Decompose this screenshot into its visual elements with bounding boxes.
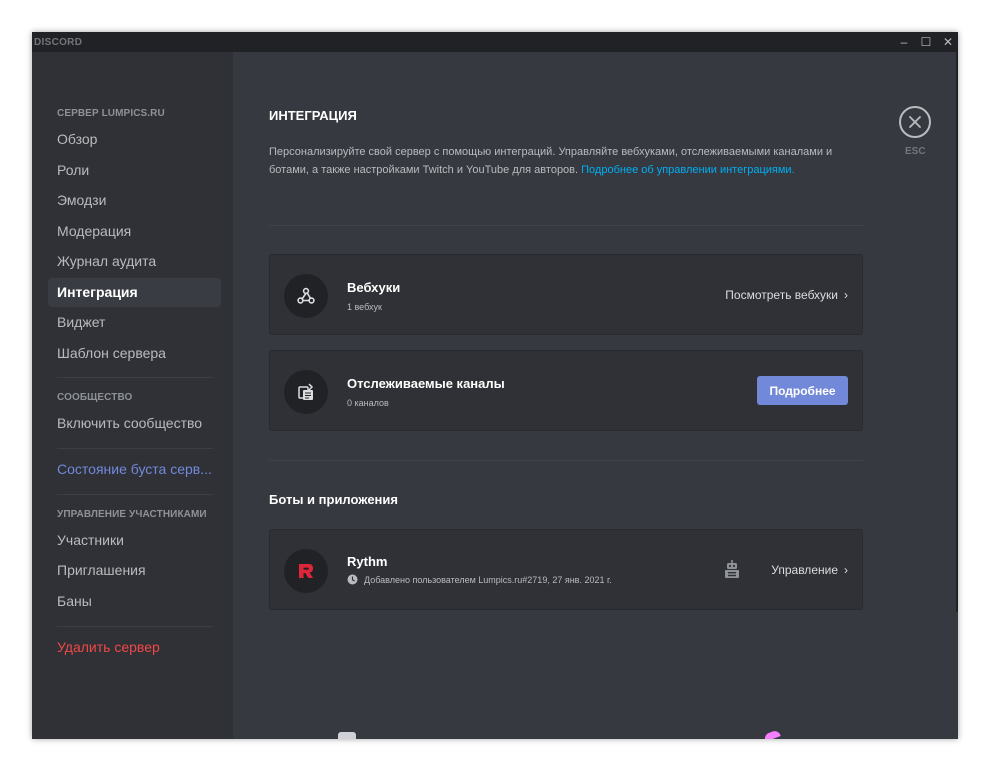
sidebar-item-emoji[interactable]: Эмодзи [48,186,221,215]
robot-icon [725,560,739,578]
bot-added-info: Добавлено пользователем Lumpics.ru#2719,… [347,574,612,585]
sidebar-group-community: СООБЩЕСТВО [57,392,133,403]
webhooks-card[interactable]: Вебхуки 1 вебхук Посмотреть вебхуки › [269,254,863,335]
manage-bot-label: Управление [771,563,838,577]
sidebar-group-members: УПРАВЛЕНИЕ УЧАСТНИКАМИ [57,509,207,520]
sidebar-divider [57,377,213,378]
sidebar-item-members[interactable]: Участники [48,526,221,555]
view-webhooks-link[interactable]: Посмотреть вебхуки › [725,288,848,302]
close-settings-button[interactable] [899,106,931,138]
sidebar-item-boost-status[interactable]: Состояние буста серв... [48,455,221,484]
app-brand: DISCORD [34,37,83,48]
bot-card-rythm: Rythm Добавлено пользователем Lumpics.ru… [269,529,863,610]
sidebar-item-overview[interactable]: Обзор [48,125,221,154]
minimize-button[interactable]: – [896,34,912,50]
sidebar-item-roles[interactable]: Роли [48,156,221,185]
maximize-button[interactable]: ☐ [918,34,934,50]
sidebar-item-bans[interactable]: Баны [48,587,221,616]
sidebar-item-integrations[interactable]: Интеграция [48,278,221,307]
sidebar-divider [57,494,213,495]
bot-name: Rythm [347,554,388,569]
followed-channel-icon [284,370,328,414]
sidebar-item-invites[interactable]: Приглашения [48,556,221,585]
sidebar-divider [57,448,213,449]
chevron-right-icon: › [844,563,848,577]
close-icon [909,116,921,128]
sidebar-item-audit-log[interactable]: Журнал аудита [48,247,221,276]
section-divider [269,225,863,226]
section-divider [269,460,863,461]
rythm-logo-icon [284,549,328,593]
page-description: Персонализируйте свой сервер с помощью и… [269,143,839,179]
bot-added-text: Добавлено пользователем Lumpics.ru#2719,… [364,574,612,585]
followed-channels-title: Отслеживаемые каналы [347,376,505,391]
settings-sidebar: СЕРВЕР LUMPICS.RU Обзор Роли Эмодзи Моде… [32,52,233,739]
followed-channels-count: 0 каналов [347,398,389,408]
page-title: ИНТЕГРАЦИЯ [269,108,357,123]
clock-icon [347,574,358,585]
decorative-illustration [763,729,781,739]
sidebar-item-delete-server[interactable]: Удалить сервер [48,633,221,662]
followed-channels-card: Отслеживаемые каналы 0 каналов Подробнее [269,350,863,431]
webhook-icon [284,274,328,318]
title-bar: DISCORD – ☐ ✕ [32,32,958,52]
sidebar-item-enable-community[interactable]: Включить сообщество [48,409,221,438]
webhooks-title: Вебхуки [347,280,401,295]
close-window-button[interactable]: ✕ [940,34,956,50]
esc-label: ESC [905,146,926,157]
learn-more-button[interactable]: Подробнее [757,376,848,405]
scrollbar[interactable] [956,52,958,612]
integrations-help-link[interactable]: Подробнее об управлении интеграциями. [581,164,794,176]
decorative-illustration [338,732,356,739]
webhooks-count: 1 вебхук [347,302,382,312]
manage-bot-link[interactable]: Управление › [771,563,848,577]
discord-window: DISCORD – ☐ ✕ СЕРВЕР LUMPICS.RU Обзор Ро… [32,32,958,739]
sidebar-divider [57,626,213,627]
sidebar-group-server: СЕРВЕР LUMPICS.RU [57,108,165,119]
sidebar-item-moderation[interactable]: Модерация [48,217,221,246]
chevron-right-icon: › [844,288,848,302]
view-webhooks-label: Посмотреть вебхуки [725,288,838,302]
sidebar-item-widget[interactable]: Виджет [48,308,221,337]
sidebar-item-server-template[interactable]: Шаблон сервера [48,339,221,368]
bots-section-title: Боты и приложения [269,492,398,507]
